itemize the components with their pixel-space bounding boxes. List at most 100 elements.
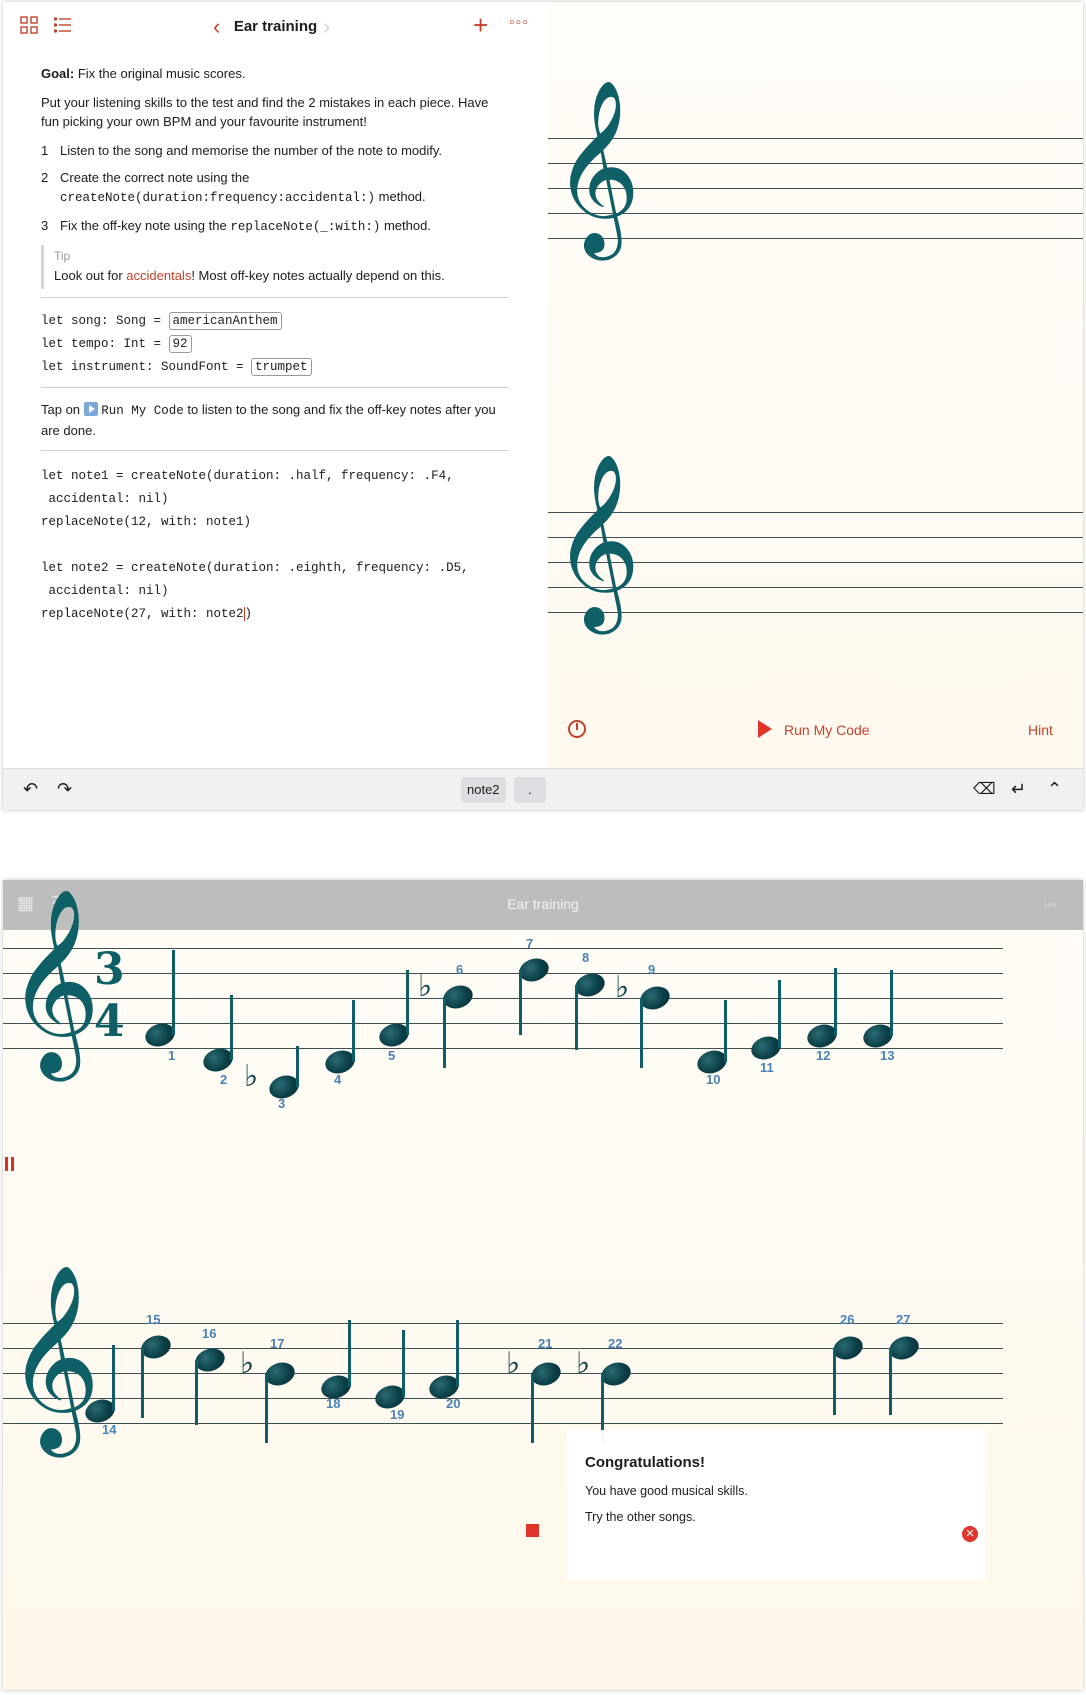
code-line[interactable] [41, 534, 509, 557]
treble-clef-icon: 𝄞 [552, 453, 641, 627]
treble-clef-icon: 𝄞 [552, 79, 641, 253]
stop-icon[interactable] [526, 1524, 539, 1537]
suggestion-chip[interactable]: . [514, 777, 546, 803]
note-number[interactable]: 5 [388, 1048, 395, 1063]
note-stem [531, 1374, 534, 1443]
code-line[interactable]: replaceNote(12, with: note1) [41, 511, 509, 534]
note-number[interactable]: 21 [538, 1336, 552, 1351]
note-stem [456, 1320, 459, 1387]
run-hint-text: Tap on Run My Code to listen to the song… [41, 402, 496, 438]
flat-accidental-icon: ♭ [240, 1346, 255, 1381]
treble-clef-icon: 𝄞 [6, 886, 101, 1073]
note-number[interactable]: 8 [582, 950, 589, 965]
code-line[interactable]: let note2 = createNote(duration: .eighth… [41, 557, 509, 580]
page-title: Ear training [233, 18, 318, 35]
note-number[interactable]: 13 [880, 1048, 894, 1063]
note-number[interactable]: 16 [202, 1326, 216, 1341]
flat-accidental-icon: ♭ [244, 1059, 259, 1094]
time-signature-top: 3 [94, 944, 125, 995]
divider [41, 450, 509, 451]
note-stem [265, 1374, 268, 1443]
note-number[interactable]: 26 [840, 1312, 854, 1327]
note-number[interactable]: 14 [102, 1422, 116, 1437]
note-stem [519, 970, 522, 1035]
note-number[interactable]: 20 [446, 1396, 460, 1411]
divider [41, 297, 509, 298]
add-icon[interactable]: + [473, 10, 488, 41]
note-stem [834, 968, 837, 1036]
run-my-code-button[interactable]: Run My Code [758, 720, 870, 738]
instrument-line: let instrument: SoundFont = trumpet [41, 356, 509, 379]
pause-icon-bar [11, 1157, 14, 1171]
flat-accidental-icon: ♭ [506, 1346, 521, 1381]
close-icon[interactable]: ✕ [962, 1526, 978, 1542]
speed-gauge-icon[interactable] [568, 720, 586, 738]
note-stem [778, 980, 781, 1048]
note-number[interactable]: 27 [896, 1312, 910, 1327]
accidentals-link[interactable]: accidentals [126, 268, 191, 283]
return-icon[interactable]: ↵ [1011, 779, 1026, 800]
note-stem [890, 970, 893, 1036]
note-stem [889, 1348, 892, 1415]
note-number[interactable]: 4 [334, 1072, 341, 1087]
note-number[interactable]: 19 [390, 1407, 404, 1422]
congrats-toast: Congratulations! You have good musical s… [567, 1430, 985, 1580]
note-stem [348, 1320, 351, 1387]
play-icon [758, 720, 772, 738]
note-stem [352, 1000, 355, 1062]
time-signature-bottom: 4 [94, 996, 125, 1047]
note-number[interactable]: 6 [456, 962, 463, 977]
note-number[interactable]: 22 [608, 1336, 622, 1351]
note-number[interactable]: 15 [146, 1312, 160, 1327]
create-note-signature: createNote(duration:frequency:accidental… [60, 191, 376, 205]
suggestion-chip[interactable]: note2 [461, 777, 506, 803]
note-stem [443, 997, 446, 1068]
step-1: 1 Listen to the song and memorise the nu… [41, 143, 443, 158]
note-number[interactable]: 2 [220, 1072, 227, 1087]
note-stem [230, 995, 233, 1060]
delete-icon[interactable]: ⌫ [973, 779, 996, 799]
redo-icon[interactable]: ↷ [57, 779, 72, 800]
song-line: let song: Song = americanAnthem [41, 310, 509, 333]
forward-chevron-icon[interactable]: › [323, 14, 330, 40]
note-stem [640, 998, 643, 1068]
shortcut-bar: ↶ ↷ note2 . ⌫ ↵ ⌃ [3, 768, 1083, 810]
code-line[interactable]: accidental: nil) [41, 580, 509, 603]
note-number[interactable]: 11 [760, 1060, 774, 1075]
note-number[interactable]: 17 [270, 1336, 284, 1351]
code-line[interactable]: accidental: nil) [41, 488, 509, 511]
code-line[interactable]: replaceNote(27, with: note2) [41, 603, 509, 626]
note-number[interactable]: 18 [326, 1396, 340, 1411]
nav-bar: ‹ Ear training › + ◦◦◦ [3, 2, 548, 54]
undo-icon[interactable]: ↶ [23, 779, 38, 800]
pause-icon[interactable] [5, 1157, 8, 1171]
playground-screen-editor: ‹ Ear training › + ◦◦◦ Goal: Fix the ori… [3, 2, 1083, 810]
tempo-token[interactable]: 92 [168, 335, 192, 353]
run-icon [83, 402, 98, 416]
note-number[interactable]: 1 [168, 1048, 175, 1063]
note-number[interactable]: 7 [526, 936, 533, 951]
step-2: 2 Create the correct note using the crea… [41, 170, 426, 205]
note-stem [296, 1046, 299, 1087]
code-line[interactable]: let note1 = createNote(duration: .half, … [41, 465, 509, 488]
note-stem [172, 950, 175, 1035]
note-number[interactable]: 3 [278, 1096, 285, 1111]
flat-accidental-icon: ♭ [615, 970, 630, 1005]
note-stem [833, 1348, 836, 1415]
note-number[interactable]: 12 [816, 1048, 830, 1063]
more-icon[interactable]: ◦◦◦ [509, 14, 529, 32]
collapse-icon[interactable]: ⌃ [1047, 779, 1062, 800]
flat-accidental-icon: ♭ [576, 1346, 591, 1381]
hint-button[interactable]: Hint [1028, 722, 1053, 738]
tempo-line: let tempo: Int = 92 [41, 333, 509, 356]
toast-line: Try the other songs. [585, 1510, 696, 1524]
note-stem [575, 985, 578, 1050]
more-icon[interactable]: ◦◦◦ [1043, 897, 1057, 912]
instrument-token[interactable]: trumpet [251, 358, 312, 376]
note-number[interactable]: 10 [706, 1072, 720, 1087]
code-editor[interactable]: let note1 = createNote(duration: .half, … [41, 465, 509, 626]
note-number[interactable]: 9 [648, 962, 655, 977]
song-token[interactable]: americanAnthem [168, 312, 282, 330]
replace-note-signature: replaceNote(_:with:) [230, 220, 381, 234]
goal-text: Goal: Fix the original music scores. [41, 66, 246, 81]
